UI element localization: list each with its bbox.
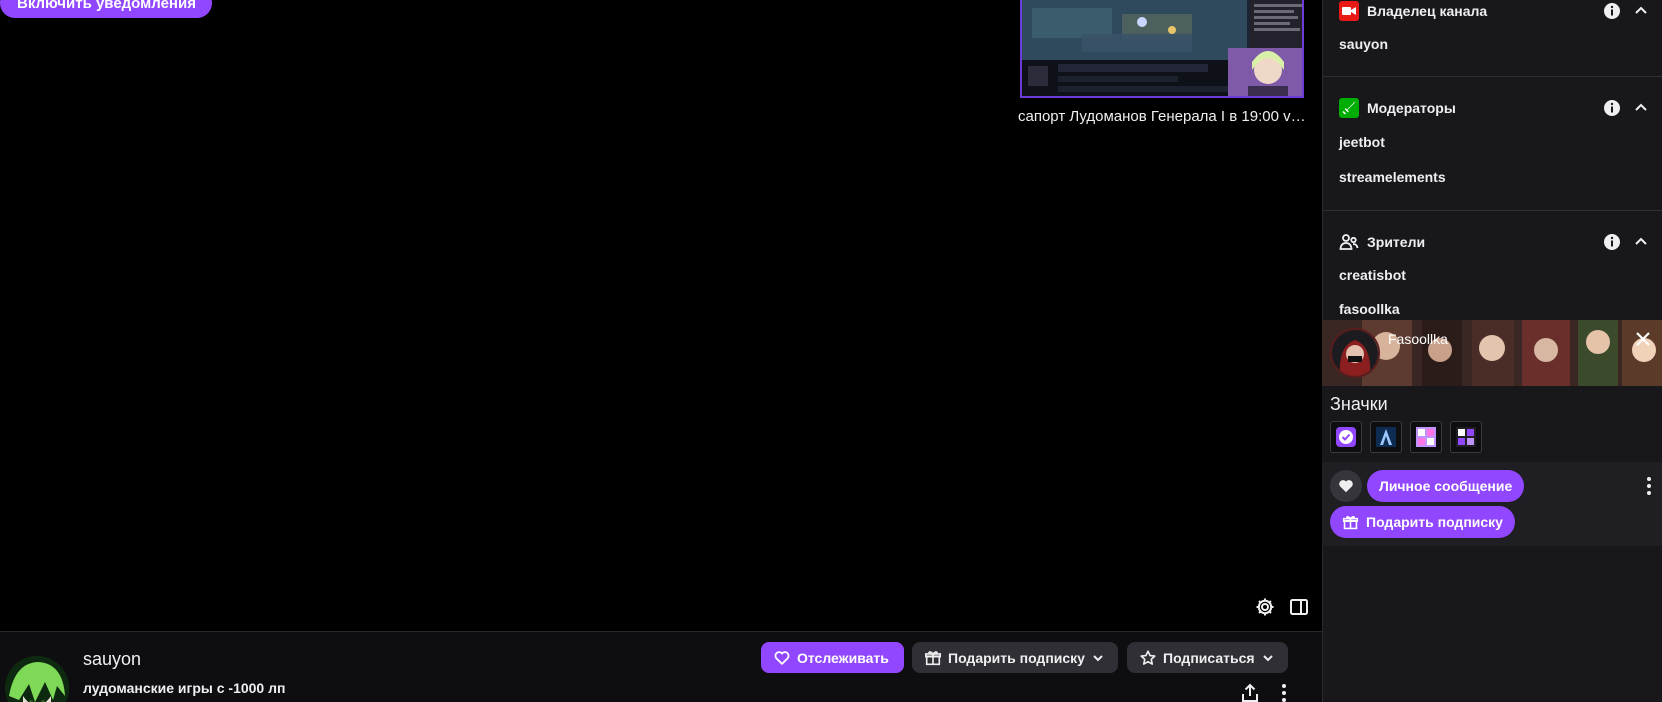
- verified-badge-icon[interactable]: [1330, 421, 1362, 453]
- chevron-up-icon[interactable]: [1633, 234, 1649, 250]
- badge-2023-icon[interactable]: [1410, 421, 1442, 453]
- viewers-header: Зрители: [1339, 231, 1425, 253]
- info-icon[interactable]: [1603, 233, 1621, 251]
- owner-section: Владелец канала sauyon: [1323, 0, 1662, 77]
- chevron-up-icon[interactable]: [1633, 3, 1649, 19]
- channel-info-bar: sauyon лудоманские игры с -1000 лп Отсле…: [0, 631, 1322, 702]
- gift-label: Подарить подписку: [948, 649, 1085, 666]
- channel-avatar[interactable]: [5, 656, 69, 702]
- owner-title: Владелец канала: [1367, 3, 1488, 19]
- user-card: Fasoollka Значки Личное сообщение Подари…: [1322, 320, 1662, 546]
- user-card-actions: Личное сообщение Подарить подписку: [1322, 462, 1662, 546]
- chevron-up-icon[interactable]: [1633, 100, 1649, 116]
- share-icon[interactable]: [1239, 682, 1261, 702]
- gift-subscription-card-button[interactable]: Подарить подписку: [1330, 506, 1515, 538]
- suggested-stream-thumbnail[interactable]: [1020, 0, 1304, 98]
- viewer-user[interactable]: fasoollka: [1339, 301, 1400, 317]
- viewer-user[interactable]: creatisbot: [1339, 267, 1406, 283]
- viewers-title: Зрители: [1367, 234, 1426, 250]
- more-options-icon[interactable]: [1273, 682, 1295, 702]
- moderators-section: Модераторы jeetbot streamelements: [1323, 77, 1662, 211]
- badges-title: Значки: [1330, 394, 1388, 414]
- stream-page: Включить уведомления сапорт Лудоманов Ге…: [0, 0, 1662, 702]
- moderator-user[interactable]: jeetbot: [1339, 134, 1385, 150]
- arcane-badge-icon[interactable]: [1370, 421, 1402, 453]
- close-icon[interactable]: [1634, 330, 1652, 348]
- moderators-title: Модераторы: [1367, 100, 1456, 116]
- info-icon[interactable]: [1603, 99, 1621, 117]
- enable-notifications-button[interactable]: Включить уведомления: [0, 0, 212, 18]
- follow-button[interactable]: Отслеживать: [761, 642, 904, 673]
- direct-message-button[interactable]: Личное сообщение: [1367, 470, 1525, 502]
- settings-icon[interactable]: [1254, 596, 1276, 618]
- subscribe-label: Подписаться: [1163, 649, 1255, 666]
- follow-user-button[interactable]: [1330, 470, 1362, 502]
- chevron-down-icon: [1093, 654, 1103, 661]
- heart-icon: [1339, 480, 1353, 493]
- gift-icon: [924, 650, 942, 665]
- subscribe-button[interactable]: Подписаться: [1127, 642, 1288, 673]
- owner-user[interactable]: sauyon: [1339, 36, 1388, 52]
- video-player[interactable]: Включить уведомления сапорт Лудоманов Ге…: [0, 0, 1322, 631]
- info-icon[interactable]: [1603, 2, 1621, 20]
- user-card-avatar: [1330, 328, 1380, 378]
- sword-badge-icon: [1339, 98, 1359, 118]
- heart-icon: [774, 650, 790, 665]
- gift-icon: [1342, 515, 1359, 529]
- moderators-header: Модераторы: [1339, 97, 1456, 119]
- gift-card-label: Подарить подписку: [1366, 514, 1503, 530]
- badge-2024-icon[interactable]: [1450, 421, 1482, 453]
- theatre-mode-icon[interactable]: [1288, 596, 1310, 618]
- viewers-section: Зрители creatisbot fasoollka: [1323, 211, 1662, 321]
- more-options-icon[interactable]: [1644, 476, 1654, 496]
- broadcaster-badge-icon: [1339, 1, 1359, 21]
- owner-header: Владелец канала: [1339, 0, 1487, 22]
- stream-title: лудоманские игры с -1000 лп: [83, 680, 286, 696]
- channel-name[interactable]: sauyon: [83, 649, 141, 670]
- follow-label: Отслеживать: [797, 649, 889, 666]
- viewers-icon: [1339, 232, 1359, 252]
- star-icon: [1140, 649, 1156, 665]
- gift-subscription-button[interactable]: Подарить подписку: [912, 642, 1118, 673]
- moderator-user[interactable]: streamelements: [1339, 169, 1446, 185]
- chevron-down-icon: [1262, 654, 1273, 661]
- user-card-username[interactable]: Fasoollka: [1388, 331, 1448, 347]
- suggested-stream-title[interactable]: сапорт Лудоманов Генерала I в 19:00 vs…: [1018, 108, 1308, 125]
